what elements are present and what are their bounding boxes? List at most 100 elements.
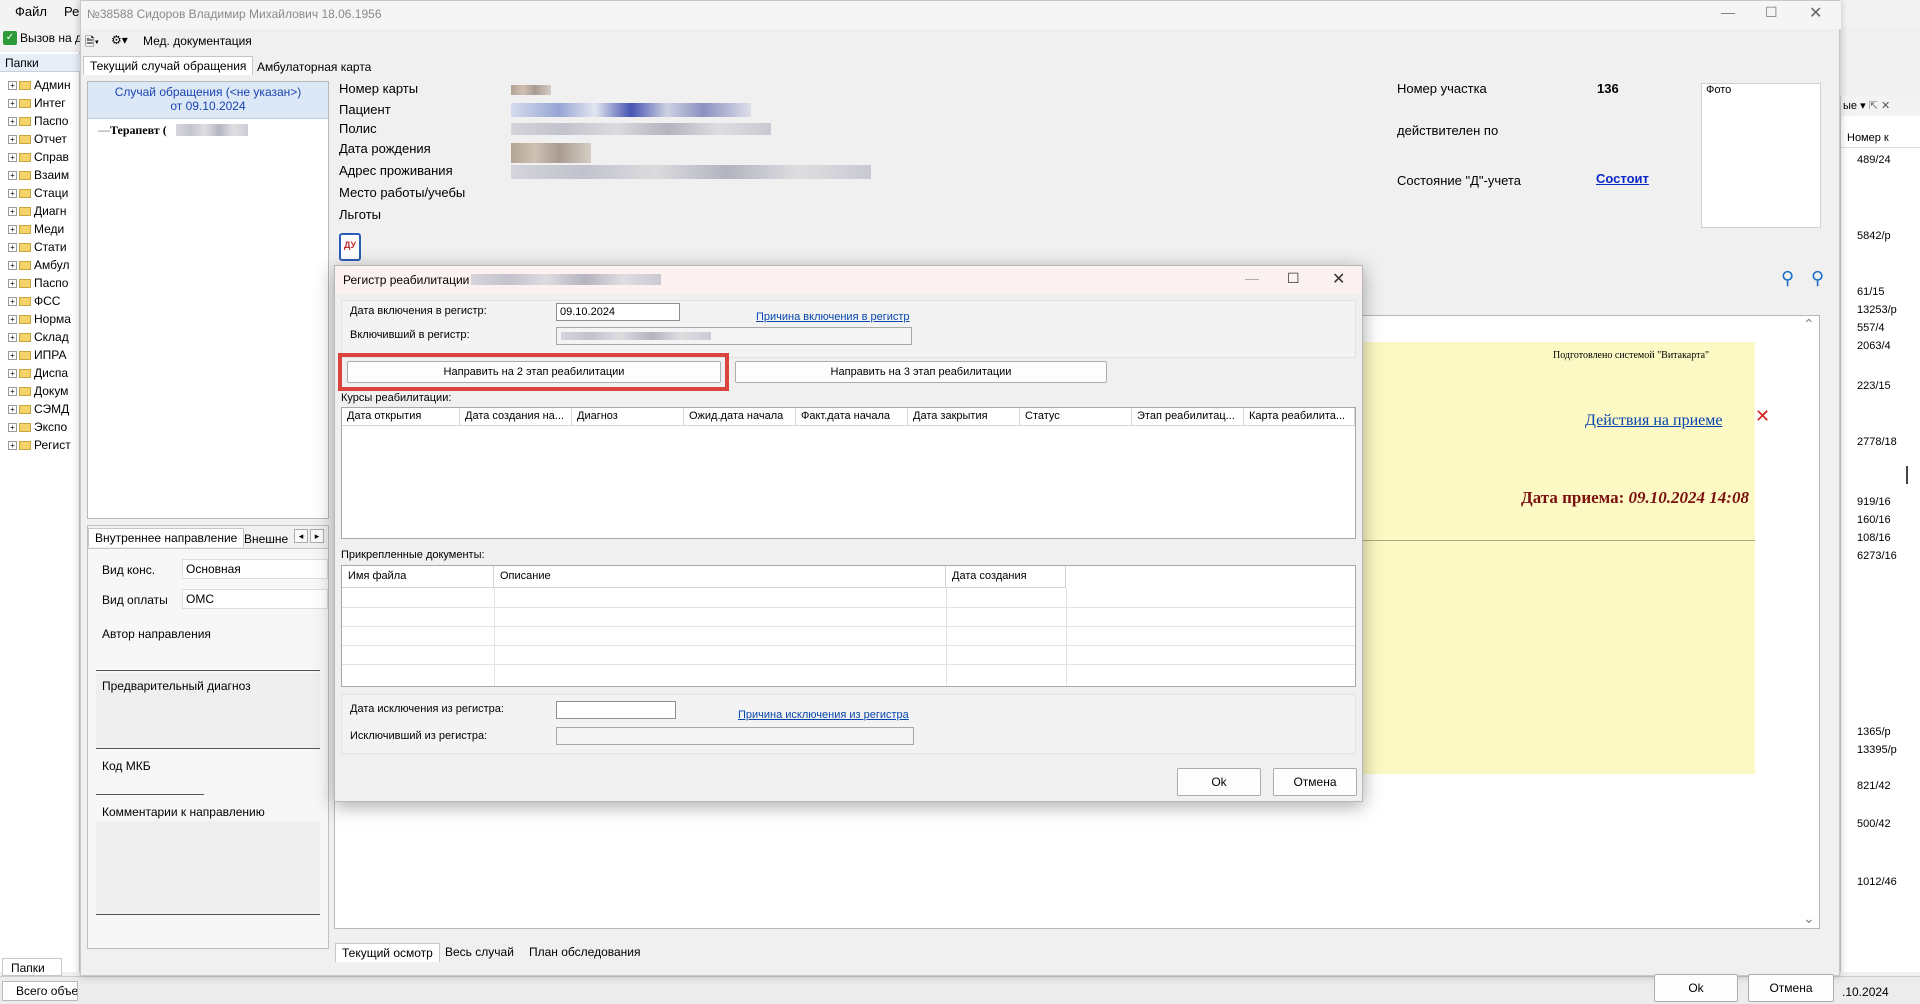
- attached-column-header[interactable]: Описание: [494, 566, 946, 588]
- zoom-in-icon[interactable]: ⚲: [1781, 268, 1794, 289]
- expand-icon[interactable]: +: [8, 225, 17, 235]
- right-value[interactable]: 2063/4: [1857, 340, 1891, 352]
- expand-icon[interactable]: +: [8, 207, 17, 217]
- expand-icon[interactable]: +: [8, 99, 17, 109]
- scroll-up-icon[interactable]: ⌃: [1803, 316, 1815, 333]
- courses-column-header[interactable]: Факт.дата начала: [796, 408, 908, 426]
- folder-item[interactable]: + Докум: [8, 384, 80, 400]
- folder-item[interactable]: + ИПРА: [8, 348, 80, 364]
- expand-icon[interactable]: +: [8, 351, 17, 361]
- expand-icon[interactable]: +: [8, 81, 17, 91]
- expand-icon[interactable]: +: [8, 153, 17, 163]
- d-status-link[interactable]: Состоит: [1596, 171, 1649, 186]
- right-value[interactable]: 13253/р: [1857, 304, 1897, 316]
- comment-field[interactable]: [96, 821, 320, 915]
- attached-column-header[interactable]: Дата создания: [946, 566, 1066, 588]
- folders-bottom-tab[interactable]: Папки: [2, 958, 62, 976]
- scroll-down-icon[interactable]: ⌄: [1803, 910, 1815, 927]
- courses-grid[interactable]: Дата открытия Дата создания на... Диагноз О…: [341, 407, 1356, 539]
- courses-column-header[interactable]: Карта реабилита...: [1244, 408, 1355, 426]
- folder-item[interactable]: + Стати: [8, 240, 80, 256]
- zoom-out-icon[interactable]: ⚲: [1811, 268, 1824, 289]
- included-by-field[interactable]: [556, 327, 912, 345]
- attached-grid[interactable]: Имя файла Описание Дата создания: [341, 565, 1356, 687]
- expand-icon[interactable]: +: [8, 243, 17, 253]
- expand-icon[interactable]: +: [8, 171, 17, 181]
- folder-item[interactable]: + Диспа: [8, 366, 80, 382]
- folder-item[interactable]: + Норма: [8, 312, 80, 328]
- expand-icon[interactable]: +: [8, 441, 17, 451]
- inclusion-date-field[interactable]: 09.10.2024: [556, 303, 680, 321]
- folder-item[interactable]: + Диагн: [8, 204, 80, 220]
- expand-icon[interactable]: +: [8, 315, 17, 325]
- right-value[interactable]: 5842/р: [1857, 230, 1891, 242]
- author-field[interactable]: Автор направления: [96, 621, 320, 671]
- attached-column-header[interactable]: Имя файла: [342, 566, 494, 588]
- expand-icon[interactable]: +: [8, 333, 17, 343]
- therapist-node[interactable]: —Терапевт (: [98, 123, 167, 138]
- maximize-icon[interactable]: ☐: [1287, 270, 1300, 287]
- close-icon[interactable]: ✕: [1881, 100, 1890, 112]
- maximize-icon[interactable]: ☐: [1765, 4, 1778, 21]
- tab-current-exam[interactable]: Текущий осмотр: [335, 943, 440, 962]
- excluded-by-field[interactable]: [556, 727, 914, 745]
- courses-column-header[interactable]: Диагноз: [572, 408, 684, 426]
- folder-item[interactable]: + Амбул: [8, 258, 80, 274]
- exclusion-reason-link[interactable]: Причина исключения из регистра: [738, 709, 909, 721]
- courses-column-header[interactable]: Ожид.дата начала: [684, 408, 796, 426]
- expand-icon[interactable]: +: [8, 261, 17, 271]
- folder-item[interactable]: + Стаци: [8, 186, 80, 202]
- folder-item[interactable]: + Справ: [8, 150, 80, 166]
- right-value[interactable]: 1365/р: [1857, 726, 1891, 738]
- minimize-icon[interactable]: —: [1721, 4, 1735, 20]
- mkb-field[interactable]: [96, 775, 204, 795]
- folder-item[interactable]: + Меди: [8, 222, 80, 238]
- save-dropdown-icon[interactable]: 🗎▾: [85, 33, 99, 54]
- close-icon[interactable]: ✕: [1809, 3, 1822, 23]
- courses-column-header[interactable]: Дата создания на...: [460, 408, 572, 426]
- courses-column-header[interactable]: Дата открытия: [342, 408, 460, 426]
- tab-scroll-right-icon[interactable]: ▸: [310, 529, 324, 543]
- actions-link[interactable]: Действия на приеме: [1585, 412, 1722, 430]
- inclusion-reason-link[interactable]: Причина включения в регистр: [756, 311, 910, 323]
- right-value[interactable]: 557/4: [1857, 322, 1885, 334]
- prelim-diag-field[interactable]: Предварительный диагноз: [96, 673, 320, 749]
- tab-outpatient-card[interactable]: Амбулаторная карта: [251, 58, 377, 76]
- tab-exam-plan[interactable]: План обследования: [523, 943, 647, 961]
- right-value[interactable]: 489/24: [1857, 154, 1891, 166]
- menu-partial[interactable]: Ре: [64, 4, 79, 19]
- right-value[interactable]: 2778/18: [1857, 436, 1897, 448]
- right-value[interactable]: 108/16: [1857, 532, 1891, 544]
- right-value[interactable]: 1012/46: [1857, 876, 1897, 888]
- med-docs-button[interactable]: Мед. документация: [143, 34, 252, 48]
- right-value[interactable]: 223/15: [1857, 380, 1891, 392]
- expand-icon[interactable]: +: [8, 135, 17, 145]
- call-button[interactable]: Вызов на д: [20, 31, 82, 45]
- scroll-thumb[interactable]: [1906, 466, 1908, 484]
- folder-item[interactable]: + Паспо: [8, 276, 80, 292]
- main-ok-button[interactable]: Ok: [1654, 974, 1738, 1002]
- tab-whole-case[interactable]: Весь случай: [439, 943, 520, 961]
- close-icon[interactable]: ✕: [1332, 269, 1345, 289]
- right-column-header[interactable]: Номер к: [1841, 130, 1920, 148]
- minimize-icon[interactable]: —: [1245, 270, 1259, 286]
- expand-icon[interactable]: +: [8, 297, 17, 307]
- pin-icon[interactable]: ⇱: [1869, 100, 1878, 112]
- right-value[interactable]: 6273/16: [1857, 550, 1897, 562]
- expand-icon[interactable]: +: [8, 369, 17, 379]
- folder-item[interactable]: + Интег: [8, 96, 80, 112]
- expand-icon[interactable]: +: [8, 387, 17, 397]
- expand-icon[interactable]: +: [8, 279, 17, 289]
- right-value[interactable]: 13395/р: [1857, 744, 1897, 756]
- folder-item[interactable]: + Склад: [8, 330, 80, 346]
- main-cancel-button[interactable]: Отмена: [1748, 974, 1834, 1002]
- right-value[interactable]: 160/16: [1857, 514, 1891, 526]
- menu-file[interactable]: Файл: [15, 4, 47, 19]
- folder-item[interactable]: + Регист: [8, 438, 80, 454]
- payment-field[interactable]: ОМС: [182, 589, 328, 609]
- tab-internal-direction[interactable]: Внутреннее направление: [88, 528, 245, 547]
- courses-column-header[interactable]: Статус: [1020, 408, 1132, 426]
- folder-item[interactable]: + Экспо: [8, 420, 80, 436]
- expand-icon[interactable]: +: [8, 117, 17, 127]
- expand-icon[interactable]: +: [8, 189, 17, 199]
